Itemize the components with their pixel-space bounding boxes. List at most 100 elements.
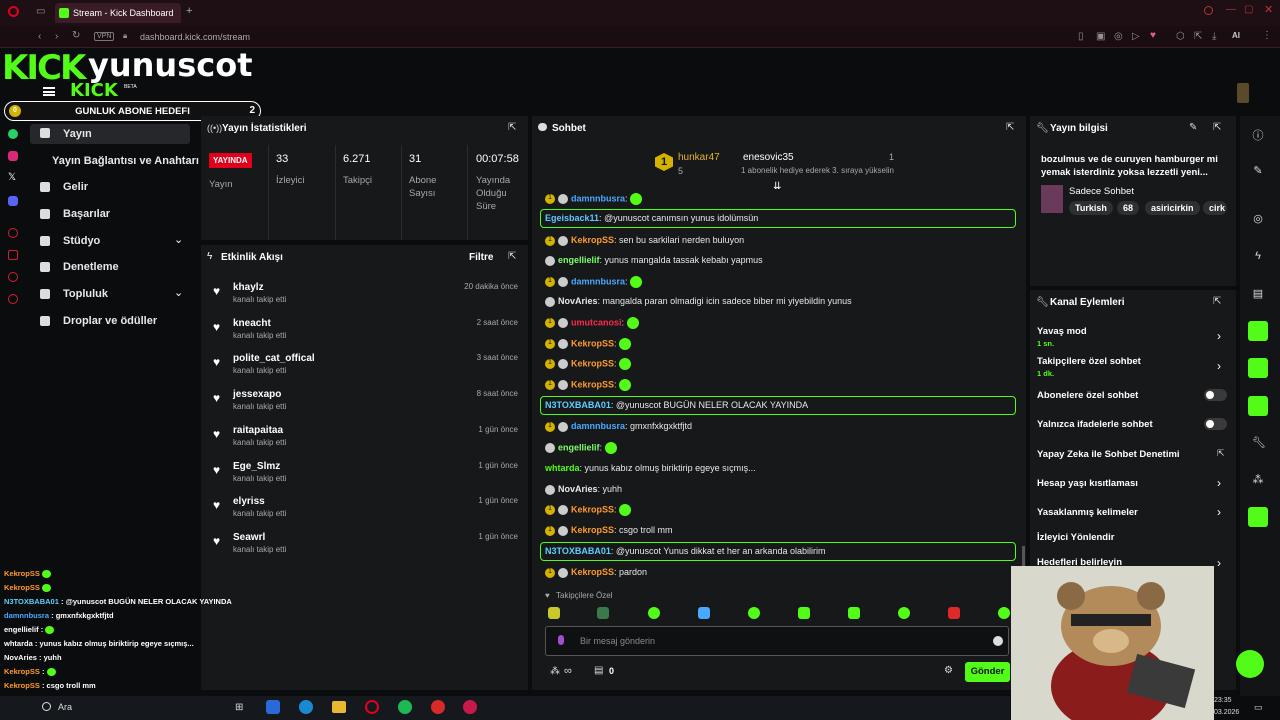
activity-username[interactable]: Seawrl bbox=[233, 532, 265, 543]
activity-username[interactable]: elyriss bbox=[233, 496, 265, 507]
emote-6[interactable] bbox=[798, 607, 810, 619]
chevron-down-icon[interactable]: ⌄ bbox=[174, 286, 183, 299]
emote-8[interactable] bbox=[898, 607, 910, 619]
history-icon[interactable] bbox=[8, 228, 18, 238]
chat-username[interactable]: NovAries bbox=[558, 296, 598, 306]
chat-username[interactable]: KekropSS bbox=[571, 338, 614, 348]
bolt-icon[interactable]: ϟ bbox=[1252, 250, 1264, 262]
tag[interactable]: cirk bbox=[1203, 201, 1227, 215]
activity-row[interactable]: ♥ polite_cat_offical kanalı takip etti 3 sa… bbox=[213, 353, 518, 383]
minimize-icon[interactable]: — bbox=[1226, 4, 1236, 15]
external-link-icon[interactable]: ⇱ bbox=[1217, 448, 1225, 459]
popout-icon[interactable]: ⇱ bbox=[1006, 122, 1014, 133]
chevron-right-icon[interactable]: › bbox=[1217, 505, 1221, 519]
activity-username[interactable]: jessexapo bbox=[233, 389, 281, 400]
sidebar-item-basarilar[interactable]: Başarılar bbox=[63, 208, 110, 220]
chat-username[interactable]: umutcanosi bbox=[571, 317, 622, 327]
document-icon[interactable]: ▤ bbox=[1252, 287, 1264, 300]
opera-icon[interactable] bbox=[8, 6, 19, 17]
emote-1[interactable] bbox=[548, 607, 560, 619]
send-icon[interactable] bbox=[8, 272, 18, 282]
task-view-icon[interactable]: ⊞ bbox=[235, 702, 243, 713]
tag[interactable]: asiricirkin bbox=[1145, 201, 1200, 215]
lock-icon[interactable]: 🔒︎ bbox=[123, 31, 127, 41]
emote-7[interactable] bbox=[848, 607, 860, 619]
emote-2[interactable] bbox=[597, 607, 609, 619]
emote-5[interactable] bbox=[748, 607, 760, 619]
chevron-right-icon[interactable]: › bbox=[1217, 329, 1221, 343]
filter-button[interactable]: Filtre bbox=[469, 252, 493, 263]
extension-icon[interactable]: ▣ bbox=[1096, 31, 1105, 42]
sidebar-item-yayin[interactable] bbox=[30, 124, 190, 144]
search-icon[interactable] bbox=[42, 702, 51, 711]
sidebar-item-topluluk[interactable]: Topluluk bbox=[63, 288, 108, 300]
popout-icon[interactable]: ⇱ bbox=[1213, 296, 1221, 307]
settings-icon[interactable] bbox=[8, 294, 18, 304]
edit-icon[interactable]: ✎ bbox=[1252, 164, 1264, 177]
whatsapp-icon[interactable] bbox=[8, 129, 18, 139]
category-name[interactable]: Sadece Sohbet bbox=[1069, 186, 1134, 197]
chat-message[interactable]: NovAries: yuhh bbox=[545, 484, 622, 495]
sidebar-item-gelir[interactable]: Gelir bbox=[63, 181, 88, 193]
hamburger-menu-icon[interactable] bbox=[43, 87, 55, 96]
ai-button[interactable]: AI bbox=[1232, 31, 1240, 40]
chevron-right-icon[interactable]: › bbox=[1217, 556, 1221, 570]
chat-message[interactable]: whtarda: yunus kabız olmuş biriktirip eg… bbox=[545, 463, 756, 473]
chat-message[interactable]: 1 KekropSS: bbox=[545, 504, 632, 516]
back-icon[interactable]: ‹ bbox=[38, 31, 41, 42]
emote-3[interactable] bbox=[648, 607, 660, 619]
chat-username[interactable]: engellielif bbox=[558, 442, 600, 452]
chat-message[interactable]: 1 damnnbusra: bbox=[545, 193, 643, 205]
profile-rail-button[interactable] bbox=[1248, 396, 1268, 416]
activity-row[interactable]: ♥ elyriss kanalı takip etti 1 gün önce bbox=[213, 496, 518, 526]
download-icon[interactable]: ⤓ bbox=[1212, 31, 1216, 42]
users-icon[interactable]: ⁂ bbox=[550, 666, 560, 677]
users-icon[interactable]: ⁂ bbox=[1252, 473, 1264, 486]
sidebar-item-studyo[interactable]: Stüdyo bbox=[63, 235, 100, 247]
chat-username[interactable]: whtarda bbox=[545, 463, 580, 473]
chat-username[interactable]: engellielif bbox=[558, 255, 600, 265]
chat-message[interactable]: engellielif: yunus mangalda tassak kebab… bbox=[545, 255, 763, 266]
chat-input[interactable]: Bir mesaj gönderin bbox=[545, 626, 1009, 656]
chat-username[interactable]: NovAries bbox=[558, 484, 598, 494]
vpn-badge[interactable]: VPN bbox=[94, 32, 115, 41]
activity-row[interactable]: ♥ raitapaitaa kanalı takip etti 1 gün önce bbox=[213, 425, 518, 455]
discord-icon[interactable] bbox=[8, 196, 18, 206]
chevron-right-icon[interactable]: › bbox=[1217, 476, 1221, 490]
popout-icon[interactable]: ⇱ bbox=[508, 251, 516, 262]
support-button[interactable] bbox=[1236, 650, 1264, 678]
microphone-icon[interactable] bbox=[558, 635, 564, 645]
emote-10[interactable] bbox=[998, 607, 1010, 619]
edge-icon[interactable] bbox=[299, 700, 313, 714]
tag[interactable]: Turkish bbox=[1069, 201, 1113, 215]
new-tab-button[interactable]: + bbox=[186, 5, 192, 17]
activity-username[interactable]: raitapaitaa bbox=[233, 425, 283, 436]
chat-message[interactable]: 1 umutcanosi: bbox=[545, 317, 639, 329]
subs-chat-toggle[interactable] bbox=[1204, 389, 1227, 401]
app-icon-2[interactable] bbox=[431, 700, 445, 714]
chat-scrollbar[interactable] bbox=[1022, 546, 1025, 566]
opera-taskbar-icon[interactable] bbox=[365, 700, 379, 714]
chat-username[interactable]: damnnbusra bbox=[571, 421, 625, 431]
play-icon[interactable]: ▷ bbox=[1132, 31, 1140, 42]
tabs-icon[interactable]: ▭ bbox=[36, 6, 45, 17]
chat-username[interactable]: KekropSS bbox=[571, 525, 614, 535]
age-restrict-label[interactable]: Hesap yaşı kısıtlaması bbox=[1037, 478, 1138, 489]
activity-row[interactable]: ♥ kneacht kanalı takip etti 2 saat önce bbox=[213, 318, 518, 348]
emoji-icon[interactable] bbox=[993, 636, 1003, 646]
chat-username[interactable]: KekropSS bbox=[571, 567, 614, 577]
user-avatar[interactable] bbox=[1237, 83, 1249, 103]
raid-label[interactable]: İzleyici Yönlendir bbox=[1037, 532, 1114, 543]
edit-icon[interactable]: ✎ bbox=[1189, 122, 1197, 133]
chat-message[interactable]: 1 KekropSS: csgo troll mm bbox=[545, 525, 673, 536]
cube-icon[interactable]: ⬡ bbox=[1176, 31, 1185, 42]
activity-username[interactable]: khaylz bbox=[233, 282, 264, 293]
leaderboard-user-1[interactable]: hunkar47 bbox=[678, 152, 720, 163]
chat-message[interactable]: 1 KekropSS: bbox=[545, 379, 632, 391]
chevron-down-icon[interactable]: ⌄ bbox=[174, 233, 183, 246]
info-icon[interactable]: ⓘ bbox=[1252, 127, 1264, 142]
collapse-icon[interactable]: ⇊ bbox=[773, 181, 781, 192]
leaderboard-user-2[interactable]: enesovic35 bbox=[743, 152, 794, 163]
target-icon[interactable]: ◎ bbox=[1252, 212, 1264, 225]
instagram-icon[interactable] bbox=[8, 151, 18, 161]
